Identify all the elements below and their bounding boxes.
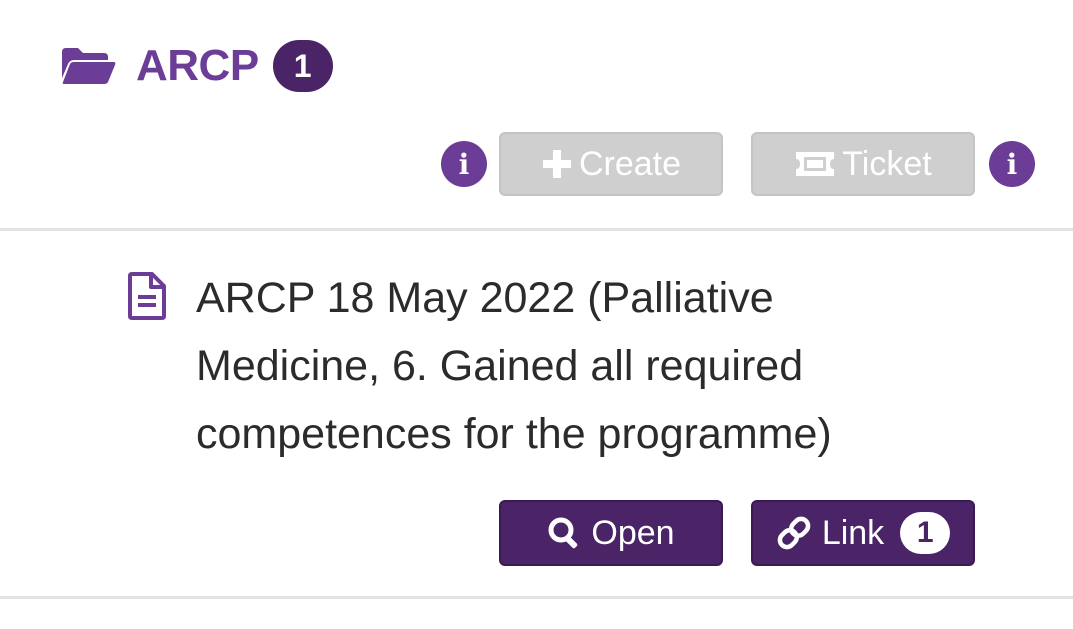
link-button[interactable]: Link 1 [751, 500, 975, 566]
toolbar: i Create Ticket i [441, 132, 1035, 196]
section-title: ARCP [136, 41, 259, 90]
create-button[interactable]: Create [499, 132, 723, 196]
divider [0, 228, 1073, 231]
link-count-badge: 1 [900, 512, 951, 554]
divider [0, 596, 1073, 599]
info-icon[interactable]: i [989, 141, 1035, 187]
item-title: ARCP 18 May 2022 (Palliative Medicine, 6… [196, 274, 832, 458]
ticket-icon [794, 150, 836, 178]
open-button-label: Open [591, 513, 675, 552]
plus-icon [541, 148, 573, 180]
document-icon [128, 272, 166, 320]
ticket-button[interactable]: Ticket [751, 132, 975, 196]
item-actions: Open Link 1 [499, 500, 975, 566]
count-badge: 1 [272, 40, 333, 92]
info-icon[interactable]: i [441, 141, 487, 187]
link-button-label: Link [821, 513, 885, 552]
folder-open-icon [62, 48, 116, 84]
section-header: ARCP 1 [60, 36, 333, 96]
search-icon [548, 517, 578, 549]
open-button[interactable]: Open [499, 500, 723, 566]
ticket-button-label: Ticket [842, 144, 932, 183]
create-button-label: Create [578, 144, 682, 183]
link-icon [777, 516, 811, 550]
